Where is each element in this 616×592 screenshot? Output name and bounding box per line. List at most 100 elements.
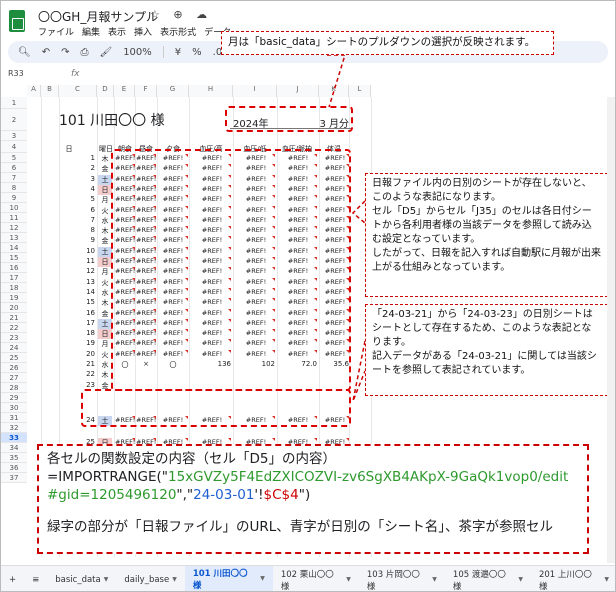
weekday-cell[interactable]: 火 xyxy=(98,278,112,288)
row-header[interactable]: 2 xyxy=(1,109,27,131)
row-header[interactable]: 36 xyxy=(1,463,27,473)
chevron-down-icon[interactable]: ▼ xyxy=(172,576,177,583)
column-header[interactable]: L xyxy=(349,85,371,97)
weekday-cell[interactable]: 月 xyxy=(98,195,112,205)
row-header[interactable]: 11 xyxy=(1,213,27,223)
weekday-cell[interactable]: 火 xyxy=(98,350,112,360)
column-header[interactable]: E xyxy=(114,85,135,97)
weekday-cell[interactable]: 日 xyxy=(98,257,112,267)
chevron-down-icon[interactable]: ▼ xyxy=(518,576,523,583)
weekday-cell[interactable]: 水 xyxy=(98,288,112,298)
day-cell[interactable]: 17 xyxy=(64,319,96,329)
row-header[interactable]: 3 xyxy=(1,131,27,141)
day-cell[interactable]: 5 xyxy=(64,195,96,205)
day-cell[interactable]: 6 xyxy=(64,206,96,216)
day-cell[interactable]: 16 xyxy=(64,309,96,319)
day-cell[interactable]: 9 xyxy=(64,236,96,246)
sheet-tab[interactable]: 105 渡邉〇〇 様 ▼ xyxy=(445,566,531,592)
row-header[interactable]: 7 xyxy=(1,173,27,183)
day-cell[interactable]: 7 xyxy=(64,216,96,226)
row-header[interactable]: 13 xyxy=(1,233,27,243)
weekday-cell[interactable]: 金 xyxy=(98,164,112,174)
row-header[interactable]: 16 xyxy=(1,263,27,273)
weekday-cell[interactable]: 土 xyxy=(98,174,112,185)
sheet-tab[interactable]: 201 上川〇〇 様 ▼ xyxy=(531,566,615,592)
sheet-tab[interactable]: + xyxy=(1,566,24,592)
day-cell[interactable]: 21 xyxy=(64,360,96,370)
menu-item[interactable]: 挿入 xyxy=(134,25,152,38)
menu-item[interactable]: 編集 xyxy=(82,25,100,38)
row-header[interactable]: 19 xyxy=(1,293,27,303)
chevron-down-icon[interactable]: ▼ xyxy=(346,576,351,583)
chevron-down-icon[interactable]: ▼ xyxy=(432,576,437,583)
weekday-cell[interactable]: 月 xyxy=(98,267,112,277)
menu-item[interactable]: 表示形式 xyxy=(160,25,196,38)
day-cell[interactable]: 12 xyxy=(64,267,96,277)
column-header[interactable]: F xyxy=(135,85,157,97)
weekday-cell[interactable]: 木 xyxy=(98,298,112,308)
row-header[interactable]: 9 xyxy=(1,193,27,203)
resident-name-cell[interactable]: 101 川田〇〇 様 xyxy=(59,110,165,130)
sheet-tab[interactable]: 102 栗山〇〇 様 ▼ xyxy=(273,566,359,592)
weekday-cell[interactable]: 日 xyxy=(98,329,112,340)
day-cell[interactable]: 11 xyxy=(64,257,96,267)
chevron-down-icon[interactable]: ▼ xyxy=(104,576,109,583)
day-cell[interactable]: 3 xyxy=(64,175,96,185)
row-header[interactable]: 24 xyxy=(1,343,27,353)
day-cell[interactable]: 4 xyxy=(64,185,96,195)
redo-icon[interactable]: ↷ xyxy=(61,47,69,58)
row-header[interactable]: 10 xyxy=(1,203,27,213)
day-cell[interactable]: 15 xyxy=(64,298,96,308)
row-header[interactable]: 1 xyxy=(1,97,27,109)
day-cell[interactable]: 13 xyxy=(64,278,96,288)
row-header[interactable]: 8 xyxy=(1,183,27,193)
column-header[interactable]: D xyxy=(97,85,114,97)
row-header[interactable]: 5 xyxy=(1,153,27,163)
percent-icon[interactable]: % xyxy=(192,47,202,58)
row-header[interactable]: 30 xyxy=(1,403,27,413)
day-cell[interactable]: 22 xyxy=(64,370,96,380)
row-header[interactable]: 31 xyxy=(1,413,27,423)
row-header[interactable]: 26 xyxy=(1,363,27,373)
weekday-cell[interactable]: 金 xyxy=(98,309,112,319)
column-header[interactable]: C xyxy=(59,85,97,97)
row-header[interactable]: 35 xyxy=(1,453,27,463)
row-header[interactable]: 15 xyxy=(1,253,27,263)
row-header[interactable]: 28 xyxy=(1,383,27,393)
weekday-cell[interactable]: 木 xyxy=(98,226,112,236)
row-header[interactable]: 18 xyxy=(1,283,27,293)
weekday-cell[interactable]: 土 xyxy=(98,318,112,329)
vertical-scrollbar[interactable] xyxy=(607,97,615,563)
weekday-cell[interactable]: 木 xyxy=(98,154,112,164)
day-cell[interactable]: 1 xyxy=(64,154,96,164)
sheet-tab[interactable]: 101 川田〇〇 様 ▼ xyxy=(184,565,273,591)
row-header[interactable]: 20 xyxy=(1,303,27,313)
row-header[interactable]: 23 xyxy=(1,333,27,343)
row-header[interactable]: 17 xyxy=(1,273,27,283)
day-cell[interactable]: 10 xyxy=(64,247,96,257)
row-header[interactable]: 21 xyxy=(1,313,27,323)
weekday-cell[interactable]: 金 xyxy=(98,236,112,246)
sheets-logo-icon[interactable] xyxy=(9,10,25,32)
search-icon[interactable]: 🔍︎ xyxy=(18,47,31,58)
column-header[interactable]: I xyxy=(233,85,277,97)
day-cell[interactable]: 2 xyxy=(64,164,96,174)
day-cell[interactable]: 20 xyxy=(64,350,96,360)
weekday-cell[interactable]: 木 xyxy=(98,370,112,380)
row-header[interactable]: 25 xyxy=(1,353,27,363)
row-header[interactable]: 27 xyxy=(1,373,27,383)
day-cell[interactable]: 14 xyxy=(64,288,96,298)
name-box[interactable]: R33 xyxy=(8,69,24,78)
sheet-tab[interactable]: daily_base ▼ xyxy=(116,566,185,592)
column-header[interactable]: H xyxy=(189,85,233,97)
currency-icon[interactable]: ¥ xyxy=(175,47,181,58)
title-action-icons[interactable]: ☆ ⊕ ☁ xyxy=(150,8,212,21)
column-header[interactable]: A xyxy=(27,85,41,97)
menu-item[interactable]: 表示 xyxy=(108,25,126,38)
row-header[interactable]: 34 xyxy=(1,443,27,453)
row-header[interactable]: 37 xyxy=(1,473,27,483)
paint-format-icon[interactable]: 🖌︎ xyxy=(99,47,112,58)
weekday-cell[interactable]: 水 xyxy=(98,216,112,226)
row-header[interactable]: 33 xyxy=(1,433,27,443)
sheet-tab[interactable]: 103 片岡〇〇 様 ▼ xyxy=(359,566,445,592)
